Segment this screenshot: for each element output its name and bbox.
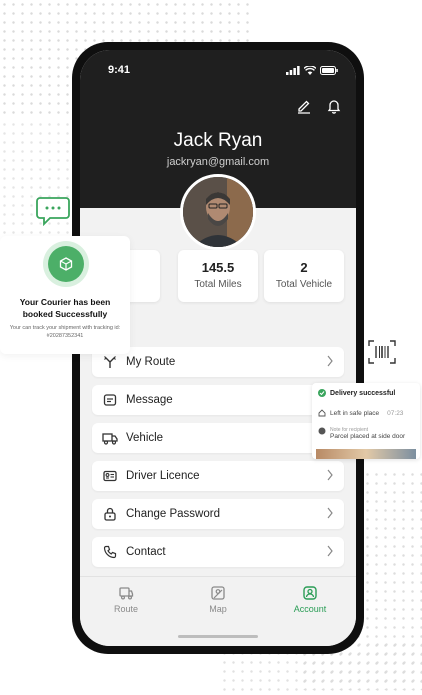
profile-name: Jack Ryan: [173, 130, 263, 151]
menu-item-label: Vehicle: [126, 432, 164, 444]
booking-success-title: Your Courier has been booked Successfull…: [19, 297, 111, 319]
wifi-icon: [304, 66, 316, 75]
menu-item-driver-licence[interactable]: Driver Licence: [92, 461, 344, 491]
tab-label: Map: [209, 604, 227, 614]
header-actions: [296, 98, 342, 114]
status-bar: 9:41: [108, 64, 338, 78]
tab-map[interactable]: Map: [172, 585, 264, 614]
profile-email: jackryan@gmail.com: [166, 156, 270, 168]
delivery-time: 07:23: [387, 409, 404, 417]
menu-item-label: Message: [126, 394, 173, 406]
message-icon: [102, 392, 118, 408]
tab-label: Route: [113, 604, 139, 614]
stat-total-vehicle: 2 Total Vehicle: [264, 250, 344, 302]
chevron-right-icon: [327, 355, 333, 367]
chevron-right-icon: [327, 507, 333, 519]
menu-item-vehicle[interactable]: Vehicle: [92, 423, 344, 453]
stat-total-miles: 145.5 Total Miles: [178, 250, 258, 302]
map-icon: [172, 585, 264, 601]
check-icon: [318, 389, 326, 397]
account-menu: My Route Message Vehicle Driver Licence: [92, 347, 344, 575]
stat-miles-label: Total Miles: [194, 279, 242, 290]
bottom-tab-bar: Route Map Account: [80, 576, 356, 646]
menu-item-contact[interactable]: Contact: [92, 537, 344, 567]
truck-icon: [102, 430, 118, 446]
home-indicator: [178, 635, 258, 638]
stat-vehicle-value: 2: [300, 260, 308, 275]
stat-miles-value: 145.5: [201, 260, 235, 275]
route-icon: [102, 354, 118, 370]
tab-route[interactable]: Route: [80, 585, 172, 614]
chevron-right-icon: [327, 469, 333, 481]
status-time: 9:41: [108, 64, 131, 76]
booking-success-subtitle: Your can track your shipment with tracki…: [9, 325, 121, 339]
chat-bubble-icon: [36, 196, 70, 231]
menu-item-label: Contact: [126, 546, 166, 558]
delivery-status-row: Left in safe place 07:23: [318, 409, 416, 417]
edit-icon[interactable]: [296, 98, 312, 114]
status-icons: [286, 66, 338, 75]
account-icon: [264, 585, 356, 601]
delivery-card-header: Delivery successful: [318, 389, 416, 397]
delivery-success-card: Delivery successful Left in safe place 0…: [312, 383, 420, 459]
avatar-photo: [183, 177, 253, 247]
parcel-icon: [48, 246, 84, 282]
signal-icon: [286, 66, 300, 75]
menu-item-label: My Route: [126, 356, 176, 368]
delivery-note: Parcel placed at side door: [330, 433, 406, 440]
menu-item-label: Change Password: [126, 508, 220, 520]
tab-account[interactable]: Account: [264, 585, 356, 614]
route-tab-icon: [80, 585, 172, 601]
phone-icon: [102, 544, 118, 560]
chevron-right-icon: [327, 545, 333, 557]
battery-icon: [320, 66, 338, 75]
tab-label: Account: [293, 604, 327, 614]
avatar: [180, 174, 256, 250]
delivery-photo: [316, 449, 416, 459]
id-card-icon: [102, 468, 118, 484]
menu-item-label: Driver Licence: [126, 470, 200, 482]
menu-item-message[interactable]: Message: [92, 385, 344, 415]
booking-success-card: Your Courier has been booked Successfull…: [0, 236, 130, 354]
delivery-status: Left in safe place: [330, 409, 380, 417]
menu-item-my-route[interactable]: My Route: [92, 347, 344, 377]
stat-vehicle-label: Total Vehicle: [275, 279, 333, 290]
bell-icon[interactable]: [326, 98, 342, 114]
menu-item-change-password[interactable]: Change Password: [92, 499, 344, 529]
delivery-card-title: Delivery successful: [330, 389, 396, 397]
home-icon: [318, 409, 326, 417]
info-icon: [318, 427, 326, 435]
barcode-scan-icon: [368, 340, 396, 369]
lock-icon: [102, 506, 118, 522]
delivery-note-row: Note for recipient Parcel placed at side…: [318, 427, 416, 440]
